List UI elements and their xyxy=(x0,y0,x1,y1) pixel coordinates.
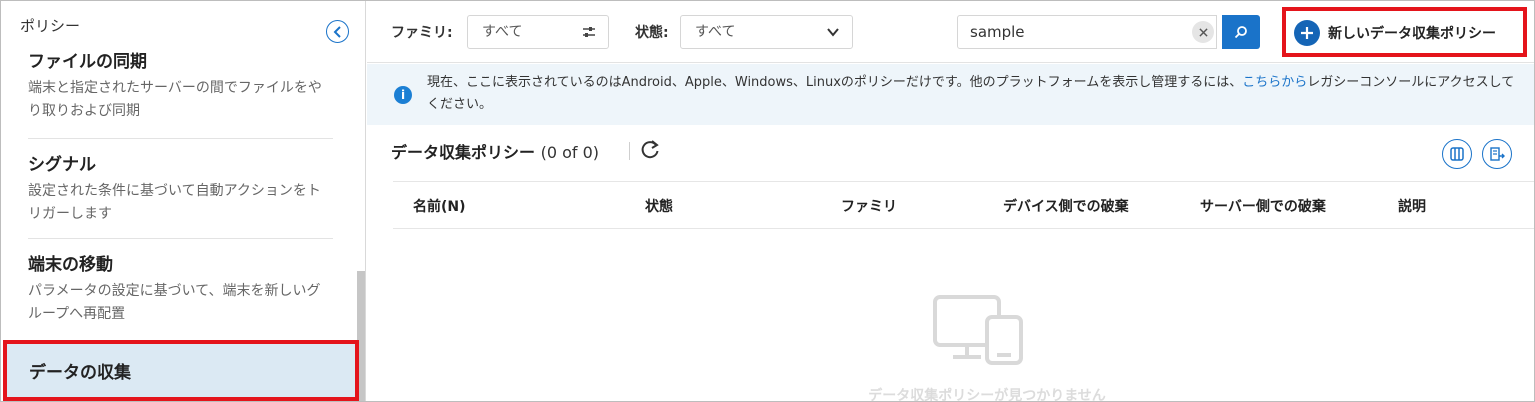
chevron-left-icon xyxy=(333,25,341,38)
close-icon xyxy=(1198,27,1208,37)
status-select[interactable]: すべて xyxy=(680,15,853,49)
banner-text-before: 現在、ここに表示されているのはAndroid、Apple、Windows、Lin… xyxy=(427,75,1243,90)
legacy-console-link[interactable]: こちらから xyxy=(1242,75,1307,90)
search-input[interactable]: sample xyxy=(957,15,1217,49)
status-select-value: すべて xyxy=(695,24,736,40)
family-select-value: すべて xyxy=(482,24,523,40)
columns-icon xyxy=(1450,147,1464,161)
divider xyxy=(629,142,630,160)
info-icon: i xyxy=(394,86,412,104)
export-button[interactable] xyxy=(1482,139,1512,169)
clear-search-button[interactable] xyxy=(1192,21,1214,43)
list-title: データ収集ポリシー (0 of 0) xyxy=(391,139,599,163)
new-data-collection-policy-button[interactable]: 新しいデータ収集ポリシー xyxy=(1282,7,1527,57)
sidebar-item-signal[interactable]: シグナル 設定された条件に基づいて自動アクションをトリガーします xyxy=(28,154,333,226)
sidebar-item-data-collection[interactable]: データの収集 xyxy=(3,340,359,401)
sidebar-item-desc: 端末と指定されたサーバーの間でファイルをやり取りおよび同期 xyxy=(28,80,322,119)
sidebar-item-title: シグナル xyxy=(28,155,96,175)
columns-button[interactable] xyxy=(1442,139,1472,169)
info-banner-message: 現在、ここに表示されているのはAndroid、Apple、Windows、Lin… xyxy=(427,72,1517,116)
column-header-description[interactable]: 説明 xyxy=(1398,196,1426,216)
sidebar-item-desc: パラメータの設定に基づいて、端末を新しいグループへ再配置 xyxy=(28,283,321,322)
sidebar-item-device-move[interactable]: 端末の移動 パラメータの設定に基づいて、端末を新しいグループへ再配置 xyxy=(28,254,333,326)
sidebar-item-desc: 設定された条件に基づいて自動アクションをトリガーします xyxy=(28,183,321,222)
sidebar-item-title: 端末の移動 xyxy=(28,255,113,275)
family-label: ファミリ: xyxy=(391,25,453,41)
filter-sliders-icon xyxy=(583,27,595,37)
sidebar-item-title: データの収集 xyxy=(29,363,131,383)
list-title-text: データ収集ポリシー xyxy=(391,143,536,162)
divider xyxy=(28,238,333,239)
sidebar-title: ポリシー xyxy=(20,17,81,35)
search-input-value: sample xyxy=(970,23,1025,41)
list-count: (0 of 0) xyxy=(540,143,600,162)
table-header: 名前(N) 状態 ファミリ デバイス側での破棄 サーバー側での破棄 説明 xyxy=(393,181,1534,229)
info-banner: i 現在、ここに表示されているのはAndroid、Apple、Windows、L… xyxy=(367,64,1534,125)
search-button[interactable] xyxy=(1222,15,1260,49)
family-select[interactable]: すべて xyxy=(467,15,609,49)
new-button-label: 新しいデータ収集ポリシー xyxy=(1328,26,1496,42)
collapse-sidebar-button[interactable] xyxy=(326,20,349,43)
search-icon xyxy=(1234,26,1247,39)
sidebar-item-file-sync[interactable]: ファイルの同期 端末と指定されたサーバーの間でファイルをやり取りおよび同期 xyxy=(28,51,333,123)
app-window: ポリシー ファイルの同期 端末と指定されたサーバーの間でファイルをやり取りおよび… xyxy=(0,0,1535,402)
column-header-status[interactable]: 状態 xyxy=(645,196,673,216)
refresh-icon[interactable] xyxy=(639,139,661,161)
column-header-device-discard[interactable]: デバイス側での破棄 xyxy=(1003,196,1129,216)
export-icon xyxy=(1489,147,1505,161)
status-label: 状態: xyxy=(635,25,669,41)
sidebar-item-title: ファイルの同期 xyxy=(28,52,147,72)
toolbar: ファミリ: すべて 状態: すべて sample 新しいデータ収集ポリシー xyxy=(367,1,1534,63)
column-header-server-discard[interactable]: サーバー側での破棄 xyxy=(1200,196,1326,216)
column-header-name[interactable]: 名前(N) xyxy=(413,196,466,216)
empty-state-text: データ収集ポリシーが見つかりません xyxy=(868,388,1106,402)
divider xyxy=(28,138,333,139)
main-panel: ファミリ: すべて 状態: すべて sample 新しいデータ収集ポリシー i … xyxy=(367,1,1534,402)
devices-icon xyxy=(933,295,1023,365)
chevron-down-icon xyxy=(827,28,839,37)
column-header-family[interactable]: ファミリ xyxy=(841,196,897,216)
plus-icon xyxy=(1294,20,1320,46)
sidebar: ポリシー ファイルの同期 端末と指定されたサーバーの間でファイルをやり取りおよび… xyxy=(1,1,366,401)
